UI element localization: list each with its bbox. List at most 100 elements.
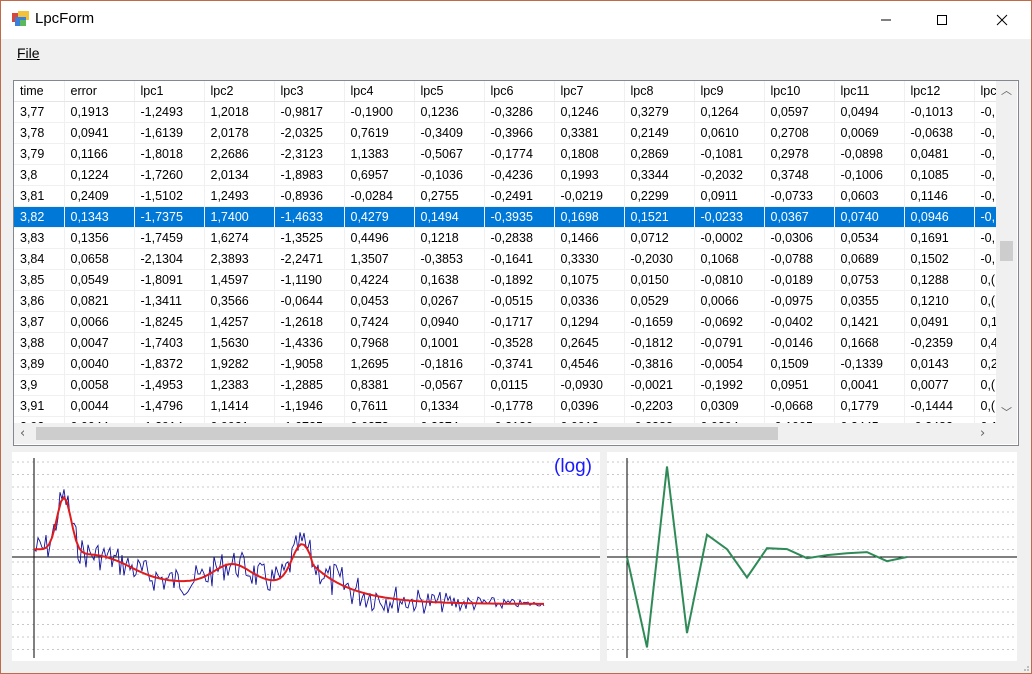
table-cell[interactable]: -2,0325	[274, 122, 345, 144]
maximize-button[interactable]	[919, 1, 965, 39]
table-cell[interactable]: -0,3409	[414, 122, 485, 144]
table-cell[interactable]: 0,1210	[904, 290, 975, 312]
table-row[interactable]: 3,83 0,1356 -1,7459 1,6274 -1,3525 0,4496 0,12…	[14, 227, 1015, 249]
table-cell[interactable]: -0,0733	[764, 185, 835, 207]
table-row[interactable]: 3,84 0,0658 -2,1304 2,3893 -2,2471 1,3507 -0,3…	[14, 248, 1015, 270]
table-cell[interactable]: -0,3741	[484, 353, 555, 375]
table-cell[interactable]: 2,0134	[204, 164, 275, 186]
table-cell[interactable]: 0,1236	[414, 101, 485, 123]
table-cell[interactable]: 0,0658	[64, 248, 135, 270]
table-cell[interactable]: -0,1717	[484, 311, 555, 333]
table-cell[interactable]: 0,1343	[64, 206, 135, 228]
table-cell[interactable]: 0,0044	[64, 395, 135, 417]
table-cell[interactable]: -0,1013	[904, 101, 975, 123]
table-cell[interactable]: -1,2885	[274, 374, 345, 396]
table-cell[interactable]: 0,0047	[64, 332, 135, 354]
column-header[interactable]: lpc6	[484, 81, 555, 102]
table-cell[interactable]: -0,0810	[694, 269, 765, 291]
table-cell[interactable]: -0,1006	[834, 164, 905, 186]
table-cell[interactable]: 0,0491	[904, 311, 975, 333]
table-cell[interactable]: -0,0233	[694, 206, 765, 228]
table-cell[interactable]: 0,1466	[554, 227, 625, 249]
table-cell[interactable]: 1,7400	[204, 206, 275, 228]
table-cell[interactable]: -0,0284	[344, 185, 415, 207]
table-cell[interactable]: 0,4546	[554, 353, 625, 375]
table-cell[interactable]: -1,7403	[134, 332, 205, 354]
table-cell[interactable]: -0,0402	[764, 311, 835, 333]
table-cell[interactable]: 0,0041	[834, 374, 905, 396]
table-cell[interactable]: 0,0040	[64, 353, 135, 375]
table-cell[interactable]: -1,7459	[134, 227, 205, 249]
table-cell[interactable]: 0,7968	[344, 332, 415, 354]
table-cell[interactable]: 0,0946	[904, 206, 975, 228]
table-row[interactable]: 3,8 0,1224 -1,7260 2,0134 -1,8983 0,6957 -0,10…	[14, 164, 1015, 186]
column-header[interactable]: lpc12	[904, 81, 975, 102]
table-cell[interactable]: 3,85	[14, 269, 65, 291]
table-cell[interactable]: -1,2493	[134, 101, 205, 123]
table-cell[interactable]: -0,0898	[834, 143, 905, 165]
table-cell[interactable]: 0,1638	[414, 269, 485, 291]
table-cell[interactable]: 0,1264	[694, 101, 765, 123]
resize-grip-icon[interactable]	[1021, 663, 1030, 672]
table-cell[interactable]: -0,0788	[764, 248, 835, 270]
table-cell[interactable]: 0,0150	[624, 269, 695, 291]
table-cell[interactable]: -0,0021	[624, 374, 695, 396]
table-cell[interactable]: 1,4257	[204, 311, 275, 333]
table-cell[interactable]: 0,0066	[64, 311, 135, 333]
table-cell[interactable]: 0,0821	[64, 290, 135, 312]
table-cell[interactable]: 0,0689	[834, 248, 905, 270]
table-cell[interactable]: 0,7424	[344, 311, 415, 333]
table-cell[interactable]: 0,0603	[834, 185, 905, 207]
table-row[interactable]: 3,89 0,0040 -1,8372 1,9282 -1,9058 1,2695 -0,1…	[14, 353, 1015, 375]
table-cell[interactable]: 0,1808	[554, 143, 625, 165]
table-cell[interactable]: 0,3279	[624, 101, 695, 123]
table-cell[interactable]: -0,3935	[484, 206, 555, 228]
table-cell[interactable]: 0,2645	[554, 332, 625, 354]
column-header[interactable]: lpc2	[204, 81, 275, 102]
table-cell[interactable]: -0,8936	[274, 185, 345, 207]
table-cell[interactable]: 0,1356	[64, 227, 135, 249]
table-cell[interactable]: -1,7260	[134, 164, 205, 186]
table-row[interactable]: 3,88 0,0047 -1,7403 1,5630 -1,4336 0,7968 0,10…	[14, 332, 1015, 354]
table-cell[interactable]: -0,1659	[624, 311, 695, 333]
table-cell[interactable]: -0,4236	[484, 164, 555, 186]
table-cell[interactable]: 0,0066	[694, 290, 765, 312]
table-cell[interactable]: 0,0077	[904, 374, 975, 396]
column-header[interactable]: lpc10	[764, 81, 835, 102]
table-cell[interactable]: -2,1304	[134, 248, 205, 270]
table-cell[interactable]: -0,0644	[274, 290, 345, 312]
table-cell[interactable]: -1,4796	[134, 395, 205, 417]
table-cell[interactable]: -0,0930	[554, 374, 625, 396]
table-cell[interactable]: 0,0940	[414, 311, 485, 333]
table-cell[interactable]: -1,8983	[274, 164, 345, 186]
table-cell[interactable]: 0,0453	[344, 290, 415, 312]
column-header[interactable]: lpc7	[554, 81, 625, 102]
table-cell[interactable]: 0,7619	[344, 122, 415, 144]
table-row[interactable]: 3,78 0,0941 -1,6139 2,0178 -2,0325 0,7619 -0,3…	[14, 122, 1015, 144]
table-cell[interactable]: 0,0355	[834, 290, 905, 312]
table-cell[interactable]: -1,2618	[274, 311, 345, 333]
table-cell[interactable]: 3,81	[14, 185, 65, 207]
table-cell[interactable]: 0,2409	[64, 185, 135, 207]
table-cell[interactable]: 0,2149	[624, 122, 695, 144]
table-cell[interactable]: 0,4496	[344, 227, 415, 249]
vertical-scroll-thumb[interactable]	[1000, 241, 1013, 261]
scroll-down-icon[interactable]: ﹀	[1001, 407, 1012, 418]
table-cell[interactable]: 0,1246	[554, 101, 625, 123]
table-cell[interactable]: -0,0054	[694, 353, 765, 375]
table-cell[interactable]: -0,0146	[764, 332, 835, 354]
table-cell[interactable]: 0,1502	[904, 248, 975, 270]
horizontal-scrollbar[interactable]: ‹ ›	[14, 423, 996, 444]
table-cell[interactable]: -0,3286	[484, 101, 555, 123]
table-cell[interactable]: -0,0219	[554, 185, 625, 207]
table-cell[interactable]: 0,0753	[834, 269, 905, 291]
table-cell[interactable]: -0,3966	[484, 122, 555, 144]
table-cell[interactable]: -0,3853	[414, 248, 485, 270]
menu-file[interactable]: File	[17, 45, 40, 61]
table-cell[interactable]: -0,0638	[904, 122, 975, 144]
table-cell[interactable]: -0,0692	[694, 311, 765, 333]
table-cell[interactable]: 0,0951	[764, 374, 835, 396]
column-header[interactable]: lpc5	[414, 81, 485, 102]
column-header[interactable]: lpc3	[274, 81, 345, 102]
table-cell[interactable]: 0,0058	[64, 374, 135, 396]
